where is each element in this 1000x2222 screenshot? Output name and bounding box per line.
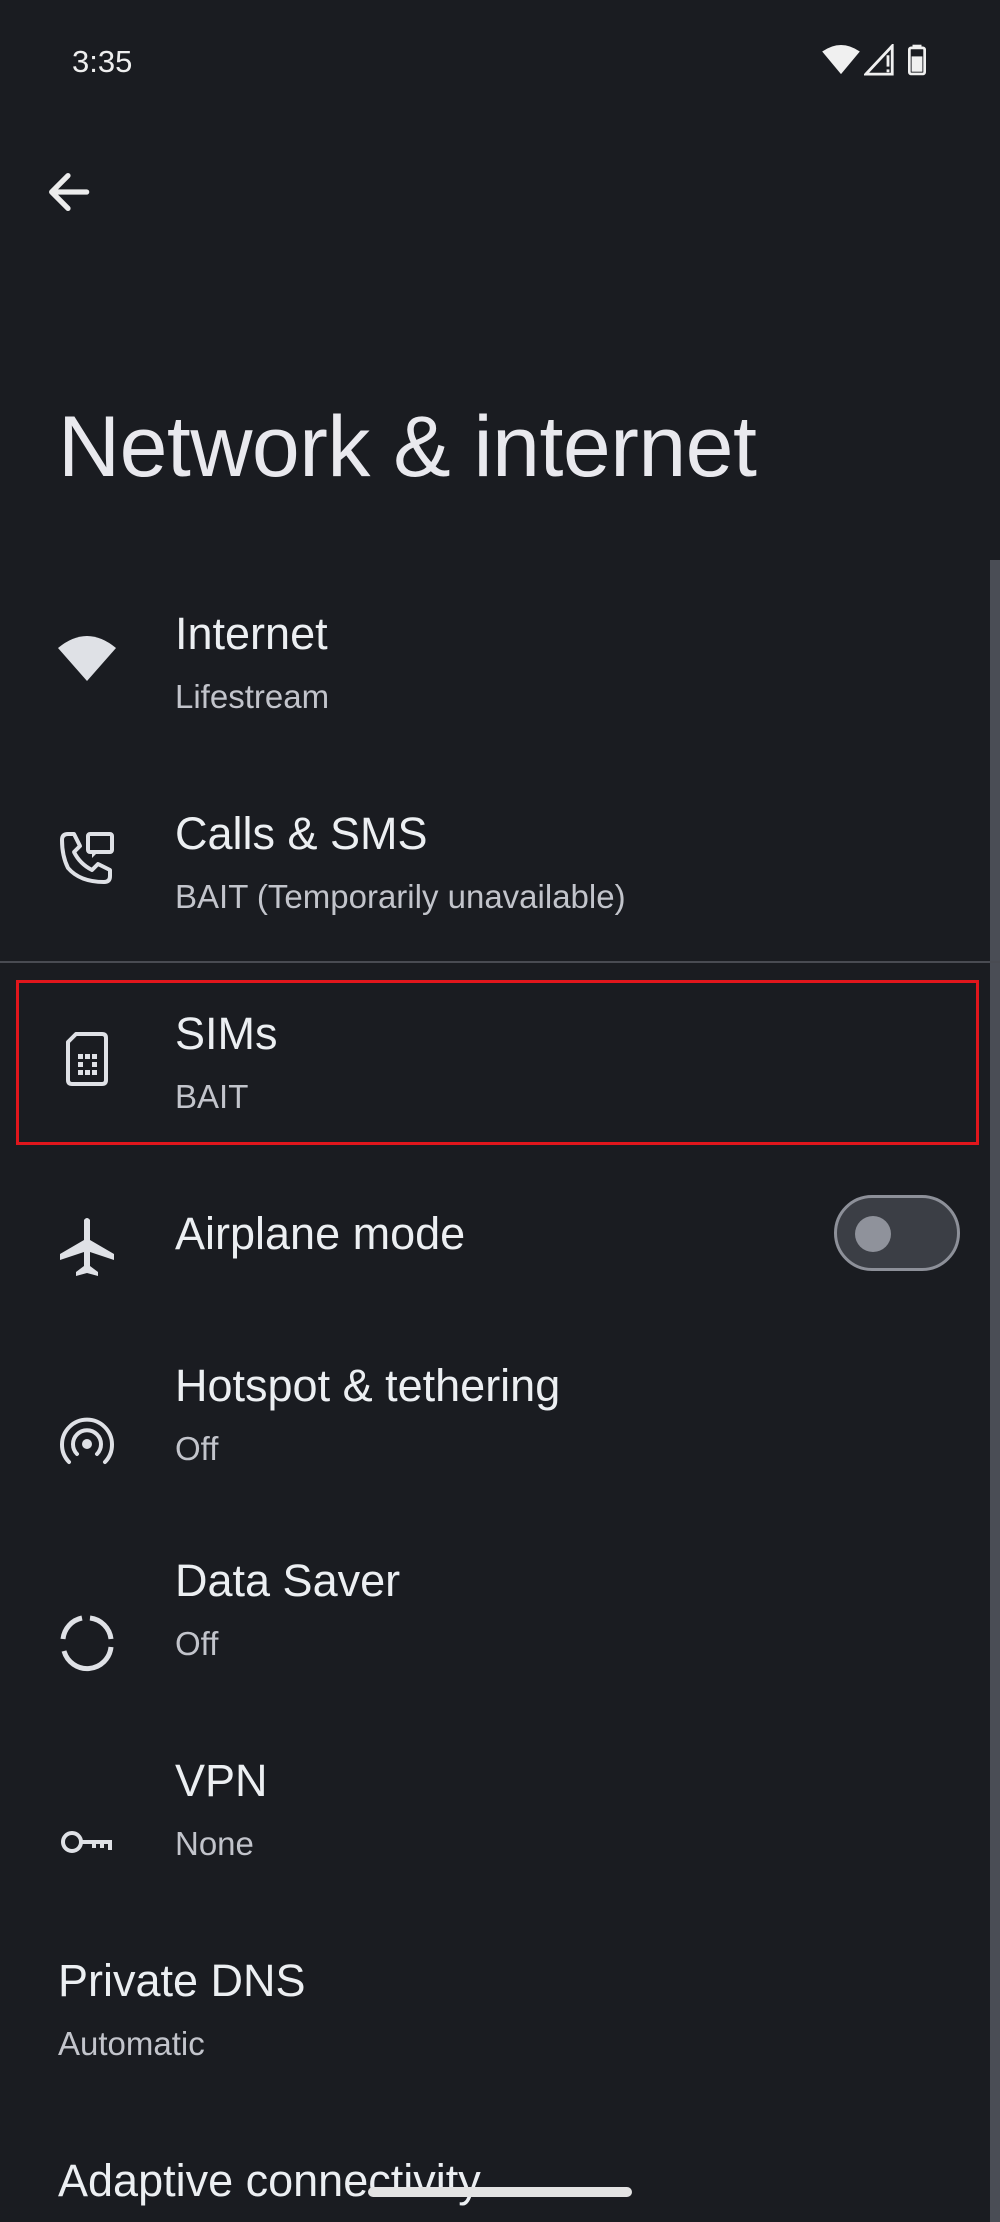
status-time: 3:35	[72, 44, 133, 79]
private-dns-item[interactable]: Private DNS Automatic	[0, 1955, 990, 2155]
airplane-mode-item[interactable]: Airplane mode	[0, 1160, 990, 1360]
airplane-mode-toggle[interactable]	[834, 1195, 960, 1271]
wifi-status-icon	[822, 44, 860, 75]
wifi-icon	[54, 626, 120, 692]
adaptive-connectivity-title: Adaptive connectivity	[58, 2155, 481, 2206]
vpn-subtitle: None	[175, 1825, 254, 1862]
internet-item[interactable]: Internet Lifestream	[0, 560, 990, 760]
hotspot-icon	[54, 1409, 120, 1475]
vpn-key-icon	[54, 1809, 120, 1875]
private-dns-title: Private DNS	[58, 1955, 306, 2006]
hotspot-tethering-title: Hotspot & tethering	[175, 1360, 561, 1411]
calls-sms-title: Calls & SMS	[175, 808, 428, 859]
back-button[interactable]	[40, 164, 96, 220]
hotspot-tethering-subtitle: Off	[175, 1430, 219, 1467]
internet-subtitle: Lifestream	[175, 678, 330, 715]
home-indicator[interactable]	[368, 2187, 632, 2197]
status-icons	[822, 44, 932, 84]
battery-icon	[908, 44, 926, 76]
hotspot-tethering-item[interactable]: Hotspot & tethering Off	[0, 1355, 990, 1555]
status-bar: 3:35	[0, 0, 1000, 100]
airplane-icon	[54, 1214, 120, 1280]
internet-title: Internet	[175, 608, 328, 659]
data-saver-title: Data Saver	[175, 1555, 401, 1606]
calls-sms-subtitle: BAIT (Temporarily unavailable)	[175, 878, 626, 915]
data-saver-icon	[54, 1609, 120, 1675]
arrow-back-icon	[49, 173, 90, 211]
highlight-box	[16, 980, 979, 1145]
calls-sms-icon	[54, 826, 120, 892]
vpn-title: VPN	[175, 1755, 268, 1806]
private-dns-subtitle: Automatic	[58, 2025, 205, 2062]
scrollbar[interactable]	[990, 560, 1000, 2222]
data-saver-subtitle: Off	[175, 1625, 219, 1662]
signal-icon	[864, 44, 894, 76]
calls-sms-item[interactable]: Calls & SMS BAIT (Temporarily unavailabl…	[0, 760, 990, 960]
page-title: Network & internet	[58, 399, 757, 495]
vpn-item[interactable]: VPN None	[0, 1755, 990, 1955]
airplane-mode-title: Airplane mode	[175, 1208, 466, 1259]
data-saver-item[interactable]: Data Saver Off	[0, 1555, 990, 1755]
toggle-knob	[855, 1216, 891, 1252]
